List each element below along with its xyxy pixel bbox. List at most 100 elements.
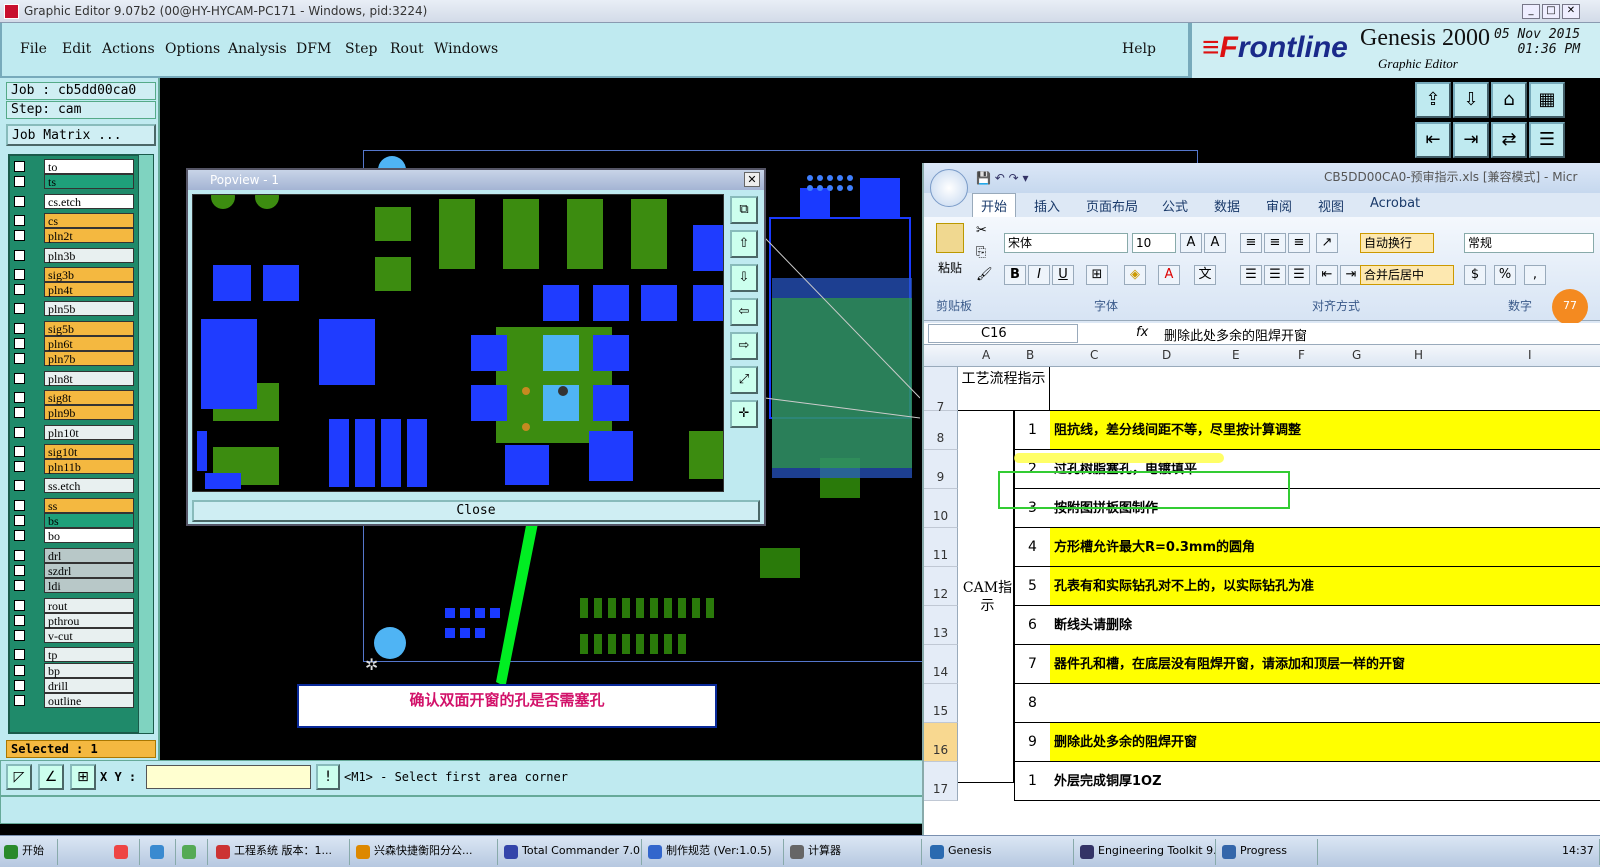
layer-checkbox[interactable] <box>14 230 25 242</box>
format-painter-icon[interactable]: 🖌 <box>976 267 993 282</box>
layer-checkbox[interactable] <box>14 599 25 611</box>
number-format-select[interactable]: 常规 <box>1464 233 1594 253</box>
menu-step[interactable]: Step <box>345 41 377 57</box>
layer-name[interactable]: pln7b <box>44 351 134 367</box>
align-middle-icon[interactable]: ≡ <box>1264 233 1286 253</box>
column-header[interactable]: A <box>982 348 990 362</box>
item-number-cell[interactable]: 6 <box>1014 606 1050 645</box>
upload-icon[interactable]: ⇪ <box>1415 82 1451 118</box>
layer-row[interactable]: v-cut <box>10 628 138 644</box>
layer-name[interactable]: pln2t <box>44 228 134 244</box>
quick-access-toolbar[interactable]: 💾 ↶ ↷ ▾ <box>976 171 1029 185</box>
layer-name[interactable]: ldi <box>44 578 134 594</box>
instruction-cell[interactable]: 孔表有和实际钻孔对不上的，以实际钻孔为准 <box>1050 567 1600 606</box>
angle-icon[interactable]: ∠ <box>38 764 64 790</box>
home-icon[interactable]: ⌂ <box>1491 82 1527 118</box>
tab-view[interactable]: 视图 <box>1318 196 1344 215</box>
instruction-cell[interactable] <box>1050 684 1600 723</box>
layer-row[interactable]: ss.etch <box>10 478 138 494</box>
font-size-select[interactable]: 10 <box>1132 233 1176 253</box>
layer-checkbox[interactable] <box>14 530 25 542</box>
taskbar-item[interactable]: Engineering Toolkit 9.... <box>1076 839 1216 865</box>
layer-checkbox[interactable] <box>14 515 25 526</box>
item-number-cell[interactable]: 5 <box>1014 567 1050 606</box>
column-header[interactable]: E <box>1232 348 1240 362</box>
layer-row[interactable]: pln5b <box>10 301 138 317</box>
row-number[interactable]: 11 <box>924 528 958 567</box>
layer-checkbox[interactable] <box>14 372 25 384</box>
layer-row[interactable]: pln11b <box>10 459 138 475</box>
pan-left-icon[interactable]: ⇦ <box>730 298 758 326</box>
taskbar-item[interactable]: Total Commander 7.0... <box>500 839 642 865</box>
popview-close-button[interactable]: Close <box>192 500 760 522</box>
popview-image[interactable] <box>192 194 724 492</box>
column-header[interactable]: H <box>1414 348 1423 362</box>
layer-checkbox[interactable] <box>14 338 25 349</box>
notification-badge[interactable]: 77 <box>1552 289 1588 325</box>
layer-name[interactable]: drill <box>44 678 134 693</box>
layer-row[interactable]: cs.etch <box>10 193 138 209</box>
layer-name[interactable]: pln5b <box>44 301 134 317</box>
row-number[interactable]: 17 <box>924 762 958 801</box>
tab-review[interactable]: 审阅 <box>1266 196 1292 215</box>
increase-indent-icon[interactable]: ⇥ <box>1340 265 1362 285</box>
menu-rout[interactable]: Rout <box>390 41 424 57</box>
menu-help[interactable]: Help <box>1122 41 1156 57</box>
tab-insert[interactable]: 插入 <box>1034 196 1060 215</box>
formula-input[interactable]: 删除此处多余的阻焊开窗 <box>1164 325 1307 344</box>
layer-name[interactable]: v-cut <box>44 628 134 644</box>
item-number-cell[interactable]: 7 <box>1014 645 1050 684</box>
paste-icon[interactable] <box>936 223 964 253</box>
layer-row[interactable]: pln9b <box>10 405 138 421</box>
close-icon[interactable]: ✕ <box>1562 4 1580 19</box>
layer-checkbox[interactable] <box>14 268 25 280</box>
xy-input[interactable] <box>146 765 311 789</box>
font-color-icon[interactable]: A <box>1158 265 1180 285</box>
wrap-text-button[interactable]: 自动换行 <box>1360 233 1434 253</box>
layer-checkbox[interactable] <box>14 353 25 365</box>
pan-down-icon[interactable]: ⇩ <box>730 264 758 292</box>
layer-row[interactable]: to <box>10 159 138 174</box>
layer-checkbox[interactable] <box>14 480 25 492</box>
layer-checkbox[interactable] <box>14 695 25 707</box>
row-number[interactable]: 13 <box>924 606 958 645</box>
layer-name[interactable]: outline <box>44 693 134 709</box>
cam-merged-cell[interactable]: CAM指示 <box>958 411 1014 783</box>
layer-row[interactable]: drl <box>10 547 138 563</box>
layer-row[interactable]: pln4t <box>10 282 138 298</box>
row-number[interactable]: 8 <box>924 411 958 450</box>
layer-name[interactable]: bo <box>44 528 134 544</box>
item-number-cell[interactable]: 8 <box>1014 684 1050 723</box>
layer-row[interactable]: sig5b <box>10 320 138 336</box>
column-header[interactable]: F <box>1298 348 1305 362</box>
comma-icon[interactable]: , <box>1524 265 1546 285</box>
layer-row[interactable]: cs <box>10 212 138 228</box>
export-icon[interactable]: ⇥ <box>1453 122 1489 158</box>
alert-icon[interactable]: ! <box>316 764 340 790</box>
layer-name[interactable]: ts <box>44 174 134 190</box>
layer-checkbox[interactable] <box>14 564 25 576</box>
instruction-cell[interactable]: 外层完成铜厚1OZ <box>1050 762 1600 801</box>
align-center-icon[interactable]: ☰ <box>1264 265 1286 285</box>
layer-name[interactable]: cs <box>44 212 134 228</box>
layer-row[interactable]: pln7b <box>10 351 138 367</box>
layer-row[interactable]: bs <box>10 513 138 528</box>
layer-checkbox[interactable] <box>14 461 25 473</box>
fill-color-icon[interactable]: ◈ <box>1124 265 1146 285</box>
layer-scrollbar[interactable] <box>138 154 154 734</box>
column-header[interactable]: G <box>1352 348 1361 362</box>
layer-name[interactable]: sig8t <box>44 389 134 405</box>
menu-file[interactable]: File <box>20 41 47 57</box>
maximize-icon[interactable]: □ <box>1542 4 1560 19</box>
layer-name[interactable]: bp <box>44 662 134 678</box>
layer-row[interactable]: bp <box>10 662 138 678</box>
instruction-cell[interactable]: 断线头请删除 <box>1050 606 1600 645</box>
layer-name[interactable]: pln9b <box>44 405 134 421</box>
layer-row[interactable]: sig3b <box>10 266 138 282</box>
header-cell[interactable]: 工艺流程指示 <box>958 367 1050 411</box>
tab-formulas[interactable]: 公式 <box>1162 196 1188 215</box>
bold-icon[interactable]: B <box>1004 265 1026 285</box>
layer-row[interactable]: rout <box>10 597 138 613</box>
layer-checkbox[interactable] <box>14 284 25 296</box>
measure-icon[interactable]: ◸ <box>6 764 32 790</box>
